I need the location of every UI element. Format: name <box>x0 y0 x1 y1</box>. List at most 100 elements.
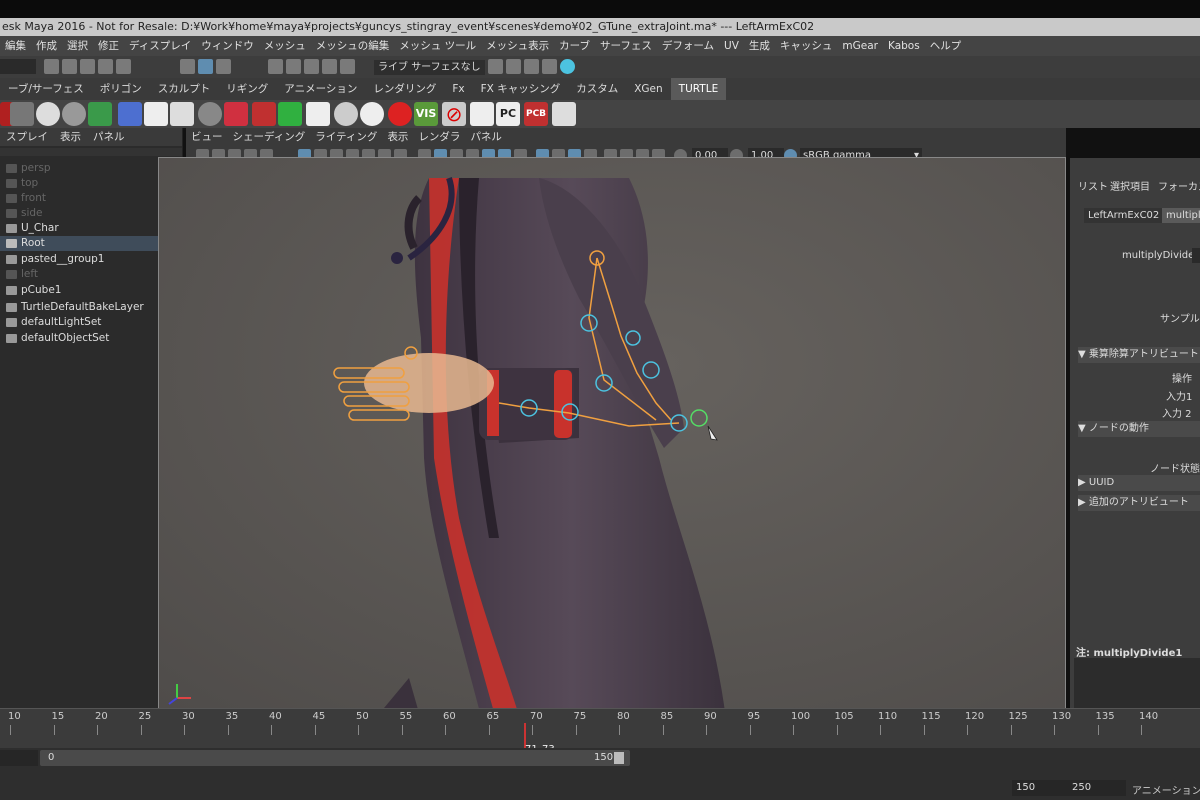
open-scene-icon[interactable] <box>62 59 77 74</box>
menu-mgear[interactable]: mGear <box>837 36 883 56</box>
tab-fx[interactable]: Fx <box>444 78 472 100</box>
outliner-filter-bar[interactable] <box>0 148 182 156</box>
tab-sculpting[interactable]: スカルプト <box>150 78 219 100</box>
node-name-field[interactable] <box>1192 248 1200 263</box>
viewport-menu-shading[interactable]: シェーディング <box>228 128 311 146</box>
ipr-render-icon[interactable] <box>506 59 521 74</box>
time-slider[interactable]: 10 15 20 25 30 35 40 45 50 55 60 65 70 75 80 85 90 95 100 1… <box>0 708 1200 755</box>
outliner-item-left[interactable]: left <box>6 267 38 282</box>
render-view-icon[interactable] <box>560 59 575 74</box>
no-entry-icon[interactable]: ⊘ <box>442 102 466 126</box>
range-bar[interactable] <box>40 750 630 766</box>
white-sphere-icon[interactable] <box>334 102 358 126</box>
white-card-icon[interactable] <box>470 102 494 126</box>
tab-custom[interactable]: カスタム <box>568 78 626 100</box>
pcb-button[interactable]: PCB <box>524 102 548 126</box>
outliner-item-default-light-set[interactable]: defaultLightSet <box>6 315 101 330</box>
viewport-menu-renderer[interactable]: レンダラ <box>413 128 465 146</box>
menu-mesh-tools[interactable]: メッシュ ツール <box>394 36 481 56</box>
outliner-menu-show[interactable]: 表示 <box>54 128 87 146</box>
outliner-item-default-object-set[interactable]: defaultObjectSet <box>6 331 109 346</box>
pc-button[interactable]: PC <box>496 102 520 126</box>
menu-help[interactable]: ヘルプ <box>925 36 967 56</box>
disc-white-icon[interactable] <box>360 102 384 126</box>
cluster-icon[interactable] <box>170 102 194 126</box>
section-uuid[interactable]: ▶ UUID <box>1078 475 1200 491</box>
section-node-behavior[interactable]: ▼ ノードの動作 <box>1078 421 1200 437</box>
menu-create[interactable]: 作成 <box>31 36 62 56</box>
sphere-light-icon[interactable] <box>36 102 60 126</box>
menu-kabos[interactable]: Kabos <box>883 36 925 56</box>
mode-selector[interactable] <box>0 59 36 74</box>
menu-cache[interactable]: キャッシュ <box>775 36 838 56</box>
green-cone-icon[interactable] <box>278 102 302 126</box>
menu-modify[interactable]: 修正 <box>93 36 124 56</box>
grid-icon[interactable] <box>118 102 142 126</box>
tab-animation[interactable]: アニメーション <box>276 78 365 100</box>
save-scene-icon[interactable] <box>80 59 95 74</box>
outliner-item-turtle-bake-layer[interactable]: TurtleDefaultBakeLayer <box>6 300 144 315</box>
node-tab-multiply[interactable]: multipl <box>1162 208 1200 223</box>
section-multiply-divide-attrs[interactable]: ▼ 乗算除算アトリビュート <box>1078 347 1200 363</box>
surface-icon[interactable] <box>88 102 112 126</box>
outliner-item-pcube1[interactable]: pCube1 <box>6 283 61 298</box>
white-block-icon[interactable] <box>306 102 330 126</box>
viewport-menu-lighting[interactable]: ライティング <box>310 128 382 146</box>
snap-point-icon[interactable] <box>304 59 319 74</box>
new-scene-icon[interactable] <box>44 59 59 74</box>
section-extra-attrs[interactable]: ▶ 追加のアトリビュート <box>1078 495 1200 511</box>
tab-curves-surfaces[interactable]: ーブ/サーフェス <box>0 78 92 100</box>
snap-curve-icon[interactable] <box>286 59 301 74</box>
outliner-menu-display[interactable]: スプレイ <box>0 128 54 146</box>
outliner-item-front[interactable]: front <box>6 191 46 206</box>
undo-icon[interactable] <box>98 59 113 74</box>
menu-window[interactable]: ウィンドウ <box>196 36 259 56</box>
disc-icon[interactable] <box>198 102 222 126</box>
menu-mesh-display[interactable]: メッシュ表示 <box>481 36 554 56</box>
turtle-bake-icon[interactable] <box>10 102 34 126</box>
playback-end-field[interactable]: 250 <box>1068 780 1126 796</box>
red-panel-icon[interactable] <box>224 102 248 126</box>
menu-curves[interactable]: カーブ <box>554 36 595 56</box>
outliner-menu-panels[interactable]: パネル <box>87 128 131 146</box>
outliner-item-top[interactable]: top <box>6 176 38 191</box>
outliner-item-pasted-group1[interactable]: pasted__group1 <box>6 252 105 267</box>
render-settings-icon[interactable] <box>524 59 539 74</box>
cubes-icon[interactable] <box>144 102 168 126</box>
snap-grid-icon[interactable] <box>268 59 283 74</box>
anim-start-field[interactable] <box>0 750 38 766</box>
viewport-menu-view[interactable]: ビュー <box>186 128 228 146</box>
menu-surfaces[interactable]: サーフェス <box>595 36 657 56</box>
select-component-icon[interactable] <box>216 59 231 74</box>
outliner-item-root[interactable]: Root <box>0 236 164 251</box>
menu-display[interactable]: ディスプレイ <box>124 36 196 56</box>
menu-deform[interactable]: デフォーム <box>657 36 719 56</box>
menu-uv[interactable]: UV <box>719 36 744 56</box>
live-surface-field[interactable]: ライブ サーフェスなし <box>374 60 485 75</box>
menu-edit[interactable]: 編集 <box>0 36 31 56</box>
menu-select[interactable]: 選択 <box>62 36 93 56</box>
tab-polygons[interactable]: ポリゴン <box>92 78 150 100</box>
ae-tab-list[interactable]: リスト <box>1078 178 1108 193</box>
viewport-menu-panels[interactable]: パネル <box>465 128 507 146</box>
range-end-field[interactable]: 150 <box>1012 780 1070 796</box>
menu-generate[interactable]: 生成 <box>744 36 775 56</box>
range-end-handle[interactable] <box>614 752 624 764</box>
snap-surface-icon[interactable] <box>340 59 355 74</box>
pie-icon[interactable] <box>388 102 412 126</box>
tab-rigging[interactable]: リギング <box>218 78 276 100</box>
ae-tab-selected[interactable]: 選択項目 <box>1110 178 1150 193</box>
tab-fx-caching[interactable]: FX キャッシング <box>473 78 569 100</box>
ae-tab-focus[interactable]: フォーカス <box>1158 178 1200 193</box>
hypershade-icon[interactable] <box>542 59 557 74</box>
perspective-viewport[interactable]: persp <box>158 157 1066 749</box>
search-tool-icon[interactable] <box>552 102 576 126</box>
tab-rendering[interactable]: レンダリング <box>365 78 444 100</box>
render-frame-icon[interactable] <box>488 59 503 74</box>
redo-icon[interactable] <box>116 59 131 74</box>
tab-xgen[interactable]: XGen <box>626 78 670 100</box>
outliner-item-persp[interactable]: persp <box>6 161 51 176</box>
red-box-icon[interactable] <box>252 102 276 126</box>
menu-mesh[interactable]: メッシュ <box>259 36 311 56</box>
sphere-shade-icon[interactable] <box>62 102 86 126</box>
